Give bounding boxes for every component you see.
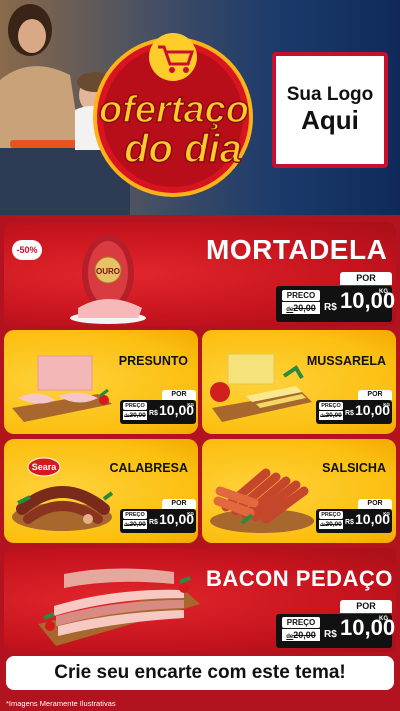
currency: R$ [149,410,158,417]
cart-icon [149,33,197,81]
product-card-calabresa: Seara CALABRESA POR PREÇO de20,00 R$ 10,… [4,439,198,543]
currency: R$ [324,302,337,313]
product-card-salsicha: SALSICHA POR PREÇO de20,00 R$ 10,00 KG [202,439,396,543]
product-name: MUSSARELA [306,354,386,368]
product-card-mortadela: -50% OURO MORTADELA POR PRECO de20,00 R$… [4,222,396,326]
product-name: PRESUNTO [118,354,188,368]
price-tag: POR PREÇO de20,00 R$ 10,00 KG [316,499,392,533]
product-card-presunto: PRESUNTO POR PREÇO de20,00 R$ 10,00 KG [4,330,198,434]
bacon-image [38,568,200,646]
preco-label: PREÇO [319,511,343,519]
cta-banner[interactable]: Crie seu encarte com este tema! [6,656,394,690]
discount-badge: -50% [12,240,42,260]
old-price: de20,00 [123,411,147,420]
preco-label: PREÇO [123,511,147,519]
currency: R$ [324,629,337,640]
old-price: de20,00 [282,302,320,314]
por-label: POR [340,272,392,285]
disclaimer-text: *Imagens Meramente Ilustrativas [0,697,400,711]
currency: R$ [149,519,158,526]
unit-label: KG [379,616,388,622]
price-tag: POR PREÇO de20,00 R$ 10,00 KG [316,390,392,424]
header-banner: ofertaço do dia Sua Logo Aqui [0,0,400,215]
mussarela-image [210,353,312,422]
brand-logo-line1: Sua Logo [286,84,374,106]
old-price: de20,00 [282,629,320,641]
product-name: MORTADELA [206,234,388,265]
unit-label: KG [379,289,388,295]
price-tag: POR PREÇO de20,00 R$ 10,00 KG [120,499,196,533]
por-label: POR [340,600,392,613]
price-tag: POR PREÇO de20,00 R$ 10,00 KG [276,600,395,648]
salsicha-image [210,468,314,533]
product-card-mussarela: MUSSARELA POR PREÇO de20,00 R$ 10,00 KG [202,330,396,434]
currency: R$ [345,519,354,526]
brand-logo-line2: Aqui [301,105,359,136]
calabresa-image: Seara [12,457,114,531]
preco-label: PREÇO [123,402,147,410]
price-tag: POR PRECO de20,00 R$ 10,00 KG [276,272,395,322]
old-price: de20,00 [319,411,343,420]
ofertaco-logo: ofertaço do dia [93,33,253,197]
svg-text:OURO: OURO [96,267,120,276]
old-price: de20,00 [319,520,343,529]
price-tag: POR PREÇO de20,00 R$ 10,00 KG [120,390,196,424]
currency: R$ [345,410,354,417]
product-name: SALSICHA [322,461,386,475]
unit-label: KG [383,511,390,516]
brand-logo-placeholder: Sua Logo Aqui [272,52,388,168]
preco-label: PREÇO [282,617,320,628]
product-card-bacon: BACON PEDAÇO POR PREÇO de20,00 R$ 10,00 … [4,548,396,652]
old-price: de20,00 [123,520,147,529]
svg-text:ofertaço: ofertaço [99,89,249,131]
preco-label: PRECO [282,290,320,301]
svg-text:do dia: do dia [124,127,242,171]
por-label: POR [162,499,196,509]
unit-label: KG [187,402,194,407]
por-label: POR [358,390,392,400]
mortadela-image: OURO [70,235,146,324]
por-label: POR [358,499,392,509]
presunto-image [12,355,112,422]
svg-text:Seara: Seara [32,462,58,472]
product-name: CALABRESA [109,461,188,475]
unit-label: KG [383,402,390,407]
product-name: BACON PEDAÇO [206,566,393,591]
preco-label: PREÇO [319,402,343,410]
unit-label: KG [187,511,194,516]
por-label: POR [162,390,196,400]
